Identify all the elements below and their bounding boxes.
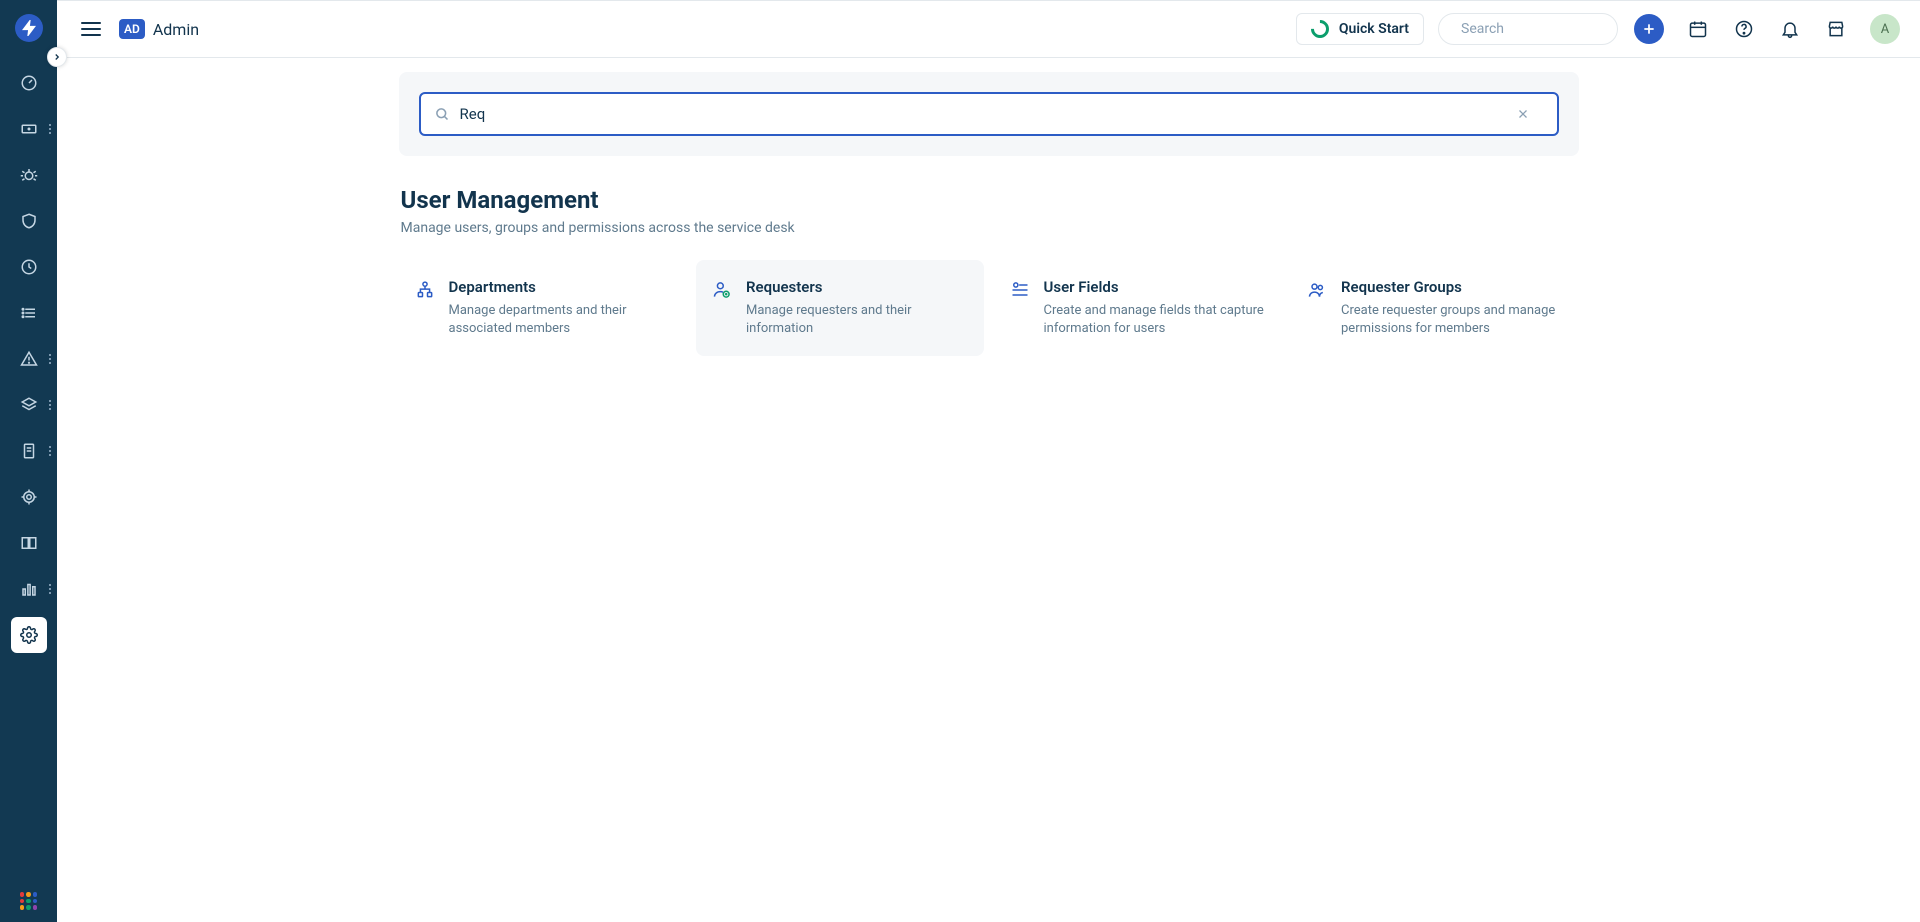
nav-problems[interactable] <box>11 157 47 193</box>
main-content: User Management Manage users, groups and… <box>57 58 1920 922</box>
global-search[interactable] <box>1438 13 1618 45</box>
quick-start-label: Quick Start <box>1339 21 1409 37</box>
help-button[interactable] <box>1732 17 1756 41</box>
card-title: User Fields <box>1044 278 1266 296</box>
global-search-input[interactable] <box>1461 21 1639 37</box>
nav-admin[interactable] <box>11 617 47 653</box>
nav-more-icon[interactable] <box>49 354 51 364</box>
departments-icon <box>415 280 435 300</box>
nav-more-icon[interactable] <box>49 124 51 134</box>
search-icon <box>435 107 450 122</box>
release-icon <box>20 258 38 276</box>
left-nav-rail <box>0 0 57 922</box>
nav-more-icon[interactable] <box>49 400 51 410</box>
document-icon <box>20 442 38 460</box>
apps-grid-icon <box>20 892 38 910</box>
nav-more-icon[interactable] <box>49 584 51 594</box>
nav-alerts[interactable] <box>11 341 47 377</box>
bar-chart-icon <box>20 580 38 598</box>
nav-more-icon[interactable] <box>49 446 51 456</box>
shield-icon <box>20 212 38 230</box>
nav-tickets[interactable] <box>11 111 47 147</box>
user-fields-icon <box>1010 280 1030 300</box>
new-button[interactable] <box>1634 14 1664 44</box>
top-bar: AD Admin Quick Start A <box>57 0 1920 58</box>
nav-changes[interactable] <box>11 203 47 239</box>
hamburger-menu[interactable] <box>81 22 101 36</box>
nav-assets[interactable] <box>11 387 47 423</box>
nav-contracts[interactable] <box>11 433 47 469</box>
card-desc: Create and manage fields that capture in… <box>1044 302 1266 338</box>
list-icon <box>20 304 38 322</box>
card-title: Departments <box>449 278 671 296</box>
notifications-button[interactable] <box>1778 17 1802 41</box>
bell-icon <box>1780 19 1800 39</box>
settings-cards: Departments Manage departments and their… <box>399 260 1579 356</box>
nav-reports[interactable] <box>11 571 47 607</box>
spinner-icon <box>1307 16 1332 41</box>
card-desc: Manage requesters and their information <box>746 302 968 338</box>
gauge-icon <box>20 74 38 92</box>
card-departments[interactable]: Departments Manage departments and their… <box>399 260 687 356</box>
card-title: Requester Groups <box>1341 278 1563 296</box>
card-requester-groups[interactable]: Requester Groups Create requester groups… <box>1291 260 1579 356</box>
expand-rail-button[interactable] <box>47 47 67 67</box>
card-desc: Create requester groups and manage permi… <box>1341 302 1563 338</box>
calendar-icon <box>1688 19 1708 39</box>
requester-groups-icon <box>1307 280 1327 300</box>
product-logo[interactable] <box>15 14 43 42</box>
clear-search-button[interactable] <box>1513 108 1543 120</box>
avatar-initial: A <box>1881 22 1889 37</box>
nav-list[interactable] <box>11 295 47 331</box>
close-icon <box>1517 108 1529 120</box>
card-requesters[interactable]: Requesters Manage requesters and their i… <box>696 260 984 356</box>
marketplace-button[interactable] <box>1824 17 1848 41</box>
ticket-icon <box>20 120 38 138</box>
app-switcher[interactable] <box>0 892 57 910</box>
book-icon <box>20 534 38 552</box>
layers-icon <box>20 396 38 414</box>
admin-search-field[interactable] <box>419 92 1559 136</box>
module-badge: AD <box>119 19 145 39</box>
requesters-icon <box>712 280 732 300</box>
quick-start-button[interactable]: Quick Start <box>1296 13 1424 45</box>
section-title: User Management <box>399 186 1579 214</box>
admin-search-input[interactable] <box>460 105 1513 123</box>
section-subtitle: Manage users, groups and permissions acr… <box>399 220 1579 236</box>
gear-icon <box>20 626 38 644</box>
nav-solutions[interactable] <box>11 525 47 561</box>
store-icon <box>1826 19 1846 39</box>
calendar-button[interactable] <box>1686 17 1710 41</box>
card-desc: Manage departments and their associated … <box>449 302 671 338</box>
card-title: Requesters <box>746 278 968 296</box>
alert-triangle-icon <box>20 350 38 368</box>
nav-dashboard[interactable] <box>11 65 47 101</box>
user-avatar[interactable]: A <box>1870 14 1900 44</box>
nav-releases[interactable] <box>11 249 47 285</box>
plus-icon <box>1642 22 1656 36</box>
help-icon <box>1734 19 1754 39</box>
bug-icon <box>20 166 38 184</box>
admin-search-panel <box>399 72 1579 156</box>
badge-icon <box>20 488 38 506</box>
nav-oncall[interactable] <box>11 479 47 515</box>
card-user-fields[interactable]: User Fields Create and manage fields tha… <box>994 260 1282 356</box>
breadcrumb: Admin <box>153 20 199 39</box>
